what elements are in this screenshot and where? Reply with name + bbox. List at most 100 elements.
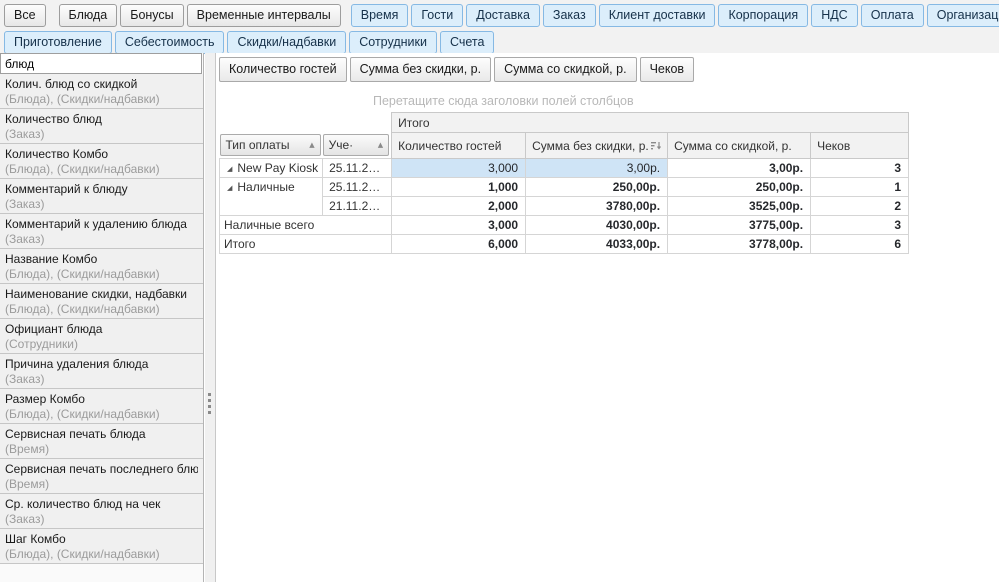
field-item-deletion-comment[interactable]: Комментарий к удалению блюда (Заказ)	[0, 214, 203, 249]
field-item-discount-name[interactable]: Наименование скидки, надбавки (Блюда), (…	[0, 284, 203, 319]
cell-sum-with-discount[interactable]: 3778,00р.	[667, 234, 812, 254]
payment-type-label: New Pay Kiosk	[237, 161, 319, 175]
column-header-sum-without-discount[interactable]: Сумма без скидки, р.	[525, 132, 669, 159]
field-title: Ср. количество блюд на чек	[5, 497, 161, 511]
filter-button-delivery-client[interactable]: Клиент доставки	[598, 4, 716, 27]
cell-checks[interactable]: 1	[810, 177, 910, 197]
field-title: Сервисная печать последнего блюда	[5, 462, 198, 476]
filter-button-guests[interactable]: Гости	[411, 4, 464, 27]
filter-button-discounts[interactable]: Скидки/надбавки	[227, 31, 347, 54]
field-title: Сервисная печать блюда	[5, 427, 146, 441]
pivot-panel: Количество гостей Сумма без скидки, р. С…	[215, 53, 999, 582]
cell-sum-without-discount[interactable]: 3780,00р.	[525, 196, 669, 216]
column-header-sum-with-discount[interactable]: Сумма со скидкой, р.	[667, 132, 812, 159]
filter-button-all[interactable]: Все	[4, 4, 46, 27]
row-header-date[interactable]: 25.11.2…	[322, 158, 393, 178]
cell-sum-without-discount[interactable]: 4033,00р.	[525, 234, 669, 254]
cell-checks[interactable]: 3	[810, 158, 910, 178]
field-search-input[interactable]	[0, 53, 202, 74]
field-button-payment-type[interactable]: Тип оплаты ▲	[219, 133, 321, 156]
cell-sum-without-discount[interactable]: 250,00р.	[525, 177, 669, 197]
filter-button-corporation[interactable]: Корпорация	[718, 4, 809, 27]
table-row-grand-total: Итого 6,000 4033,00р. 3778,00р. 6	[218, 234, 910, 254]
field-item-last-service-print[interactable]: Сервисная печать последнего блюда (Время…	[0, 459, 203, 494]
filter-button-bonuses[interactable]: Бонусы	[120, 4, 184, 27]
field-item-combo-name[interactable]: Название Комбо (Блюда), (Скидки/надбавки…	[0, 249, 203, 284]
field-subtitle: (Заказ)	[5, 197, 45, 211]
column-drop-zone[interactable]: Перетащите сюда заголовки полей столбцов	[373, 94, 634, 108]
cell-checks[interactable]: 6	[810, 234, 910, 254]
field-title: Количество Комбо	[5, 147, 109, 161]
field-button-accounting-day[interactable]: Уче· ▲	[322, 133, 390, 156]
expand-icon[interactable]: ◢	[227, 165, 232, 173]
filter-button-invoices[interactable]: Счета	[439, 31, 495, 54]
cell-guest-count[interactable]: 3,000	[391, 158, 527, 178]
row-header-grand-total[interactable]: Итого	[218, 234, 393, 254]
cell-sum-with-discount[interactable]: 3775,00р.	[667, 215, 812, 235]
cell-sum-with-discount[interactable]: 3525,00р.	[667, 196, 812, 216]
filter-toolbar: Все Блюда Бонусы Временные интервалы Вре…	[0, 0, 999, 54]
row-header-subtotal[interactable]: Наличные всего	[218, 215, 393, 235]
row-header-date[interactable]: 25.11.2…	[322, 177, 393, 197]
field-subtitle: (Заказ)	[5, 127, 45, 141]
filter-button-employees[interactable]: Сотрудники	[349, 31, 437, 54]
filter-button-time[interactable]: Время	[350, 4, 409, 27]
field-title: Причина удаления блюда	[5, 357, 149, 371]
field-title: Наименование скидки, надбавки	[5, 287, 187, 301]
sidebar-splitter[interactable]	[205, 53, 215, 582]
row-header-payment[interactable]: ◢ Наличные	[218, 177, 324, 216]
cell-guest-count[interactable]: 3,000	[391, 215, 527, 235]
column-header-guest-count[interactable]: Количество гостей	[391, 132, 527, 159]
filter-button-order[interactable]: Заказ	[542, 4, 596, 27]
field-button-label: Тип оплаты	[225, 137, 290, 152]
row-header-date[interactable]: 21.11.2…	[322, 196, 393, 216]
field-item-qty-dishes-discount[interactable]: Колич. блюд со скидкой (Блюда), (Скидки/…	[0, 74, 203, 109]
field-item-dish-comment[interactable]: Комментарий к блюду (Заказ)	[0, 179, 203, 214]
measure-button-sum-with-discount[interactable]: Сумма со скидкой, р.	[494, 57, 637, 82]
row-header-payment[interactable]: ◢ New Pay Kiosk	[218, 158, 324, 178]
field-item-qty-combo[interactable]: Количество Комбо (Блюда), (Скидки/надбав…	[0, 144, 203, 179]
filter-button-delivery[interactable]: Доставка	[466, 4, 540, 27]
cell-checks[interactable]: 2	[810, 196, 910, 216]
field-title: Размер Комбо	[5, 392, 85, 406]
field-item-service-print[interactable]: Сервисная печать блюда (Время)	[0, 424, 203, 459]
field-item-combo-size[interactable]: Размер Комбо (Блюда), (Скидки/надбавки)	[0, 389, 203, 424]
filter-row-1: Все Блюда Бонусы Временные интервалы Вре…	[4, 4, 999, 27]
splitter-grip-icon[interactable]	[208, 393, 211, 417]
filter-button-time-intervals[interactable]: Временные интервалы	[186, 4, 341, 27]
field-item-qty-dishes[interactable]: Количество блюд (Заказ)	[0, 109, 203, 144]
field-title: Название Комбо	[5, 252, 98, 266]
field-subtitle: (Блюда), (Скидки/надбавки)	[5, 547, 160, 561]
filter-row-2: Приготовление Себестоимость Скидки/надба…	[4, 31, 995, 54]
filter-button-vat[interactable]: НДС	[811, 4, 858, 27]
row-field-payment-type: Тип оплаты ▲	[219, 132, 323, 159]
cell-sum-with-discount[interactable]: 250,00р.	[667, 177, 812, 197]
column-total-row: Итого	[219, 112, 910, 133]
field-item-combo-step[interactable]: Шаг Комбо (Блюда), (Скидки/надбавки)	[0, 529, 203, 564]
expand-icon[interactable]: ◢	[227, 184, 232, 192]
cell-sum-without-discount[interactable]: 4030,00р.	[525, 215, 669, 235]
filter-button-cost[interactable]: Себестоимость	[114, 31, 225, 54]
field-subtitle: (Блюда), (Скидки/надбавки)	[5, 162, 160, 176]
column-header-checks[interactable]: Чеков	[810, 132, 910, 159]
filter-button-preparation[interactable]: Приготовление	[4, 31, 112, 54]
filter-button-payment[interactable]: Оплата	[860, 4, 924, 27]
cell-guest-count[interactable]: 2,000	[391, 196, 527, 216]
measure-button-checks[interactable]: Чеков	[639, 57, 695, 82]
measure-button-sum-without-discount[interactable]: Сумма без скидки, р.	[349, 57, 492, 82]
cell-guest-count[interactable]: 6,000	[391, 234, 527, 254]
field-item-avg-dishes-per-check[interactable]: Ср. количество блюд на чек (Заказ)	[0, 494, 203, 529]
cell-checks[interactable]: 3	[810, 215, 910, 235]
cell-sum-with-discount[interactable]: 3,00р.	[667, 158, 812, 178]
measure-button-guest-count[interactable]: Количество гостей	[219, 57, 347, 82]
column-total-header[interactable]: Итого	[391, 112, 910, 133]
field-item-deletion-reason[interactable]: Причина удаления блюда (Заказ)	[0, 354, 203, 389]
field-title: Официант блюда	[5, 322, 103, 336]
field-title: Комментарий к удалению блюда	[5, 217, 187, 231]
filter-button-organization[interactable]: Организация	[926, 4, 999, 27]
field-item-dish-waiter[interactable]: Официант блюда (Сотрудники)	[0, 319, 203, 354]
cell-sum-without-discount[interactable]: 3,00р.	[525, 158, 669, 178]
cell-guest-count[interactable]: 1,000	[391, 177, 527, 197]
field-subtitle: (Блюда), (Скидки/надбавки)	[5, 302, 160, 316]
filter-button-dishes[interactable]: Блюда	[58, 4, 118, 27]
